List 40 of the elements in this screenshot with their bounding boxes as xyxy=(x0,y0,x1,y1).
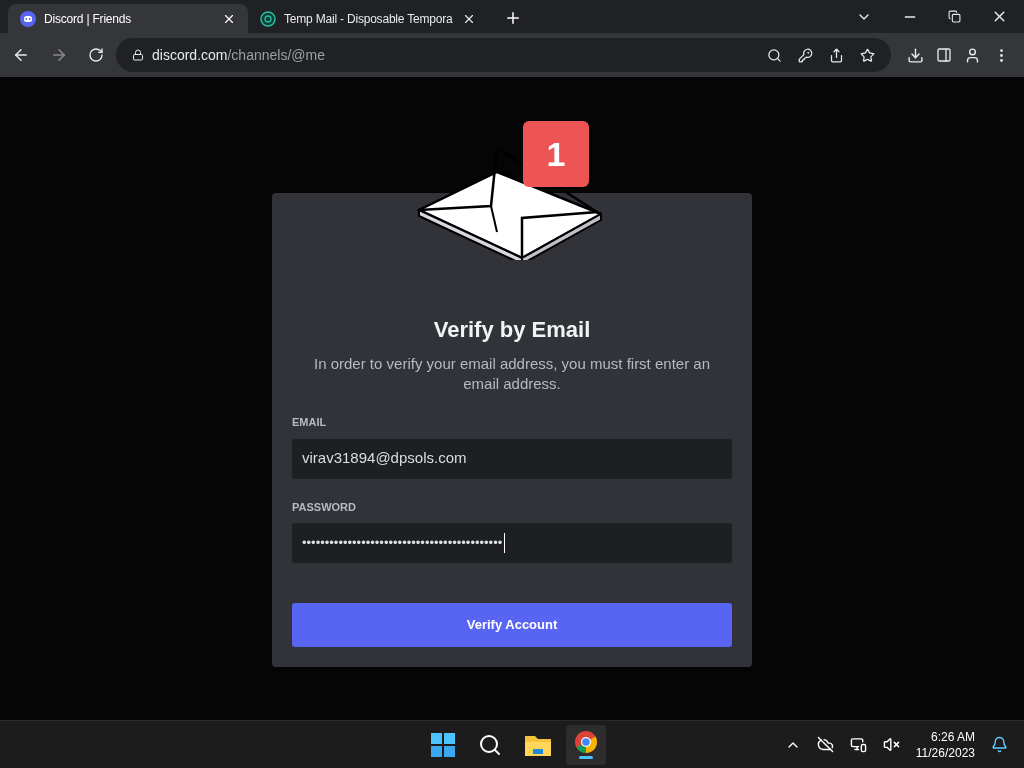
password-field[interactable]: •••••••••••••••••••••••••••••••••••••••••••• xyxy=(292,523,732,563)
clock-date[interactable]: 11/26/2023 xyxy=(915,744,975,761)
tab-title: Discord | Friends xyxy=(44,10,133,28)
restore-icon[interactable] xyxy=(948,10,961,23)
address-bar[interactable]: discord.com/channels/@me xyxy=(116,38,891,72)
new-tab-icon[interactable] xyxy=(504,9,522,27)
forward-icon[interactable] xyxy=(50,46,68,64)
profile-icon[interactable] xyxy=(964,46,981,64)
field-label: EMAIL xyxy=(292,415,328,430)
share-icon[interactable] xyxy=(829,47,844,63)
tab-title: Temp Mail - Disposable Tempora xyxy=(284,10,454,28)
field-value: virav31894@dpsols.com xyxy=(302,448,467,469)
back-icon[interactable] xyxy=(12,46,30,64)
verify-button[interactable]: Verify Account xyxy=(292,603,732,647)
browser-logo-icon xyxy=(574,730,598,754)
browser-tab[interactable]: Temp Mail - Disposable Tempora xyxy=(248,4,488,33)
browser-tab[interactable]: Discord | Friends xyxy=(8,4,248,33)
search-icon[interactable] xyxy=(767,47,782,63)
mute-icon[interactable] xyxy=(882,736,900,753)
windows-start-icon[interactable] xyxy=(430,731,456,758)
clock-time[interactable]: 6:26 AM xyxy=(930,728,975,745)
reload-icon[interactable] xyxy=(88,47,104,63)
search-icon[interactable] xyxy=(478,732,502,757)
notification-icon[interactable] xyxy=(991,736,1008,753)
email-field[interactable]: virav31894@dpsols.com xyxy=(292,438,732,479)
key-icon[interactable] xyxy=(798,47,813,63)
url-text: discord.com/channels/@me xyxy=(152,45,326,65)
side-panel-icon[interactable] xyxy=(936,47,952,63)
star-icon[interactable] xyxy=(860,47,875,63)
field-label: PASSWORD xyxy=(292,499,357,515)
password-mask: •••••••••••••••••••••••••••••••••••••••••••• xyxy=(302,534,503,553)
cloud-off-icon[interactable] xyxy=(816,736,834,753)
modal-description: In order to verify your email address, you must first enter an email address. xyxy=(313,354,711,394)
taskbar-app-button[interactable] xyxy=(566,724,606,765)
notification-badge: 1 xyxy=(523,121,589,187)
download-icon[interactable] xyxy=(907,46,924,64)
mail-logo-icon xyxy=(260,10,276,27)
modal-title: Verify by Email xyxy=(432,316,592,344)
lock-icon xyxy=(132,49,144,61)
chat-logo-icon xyxy=(20,10,36,27)
